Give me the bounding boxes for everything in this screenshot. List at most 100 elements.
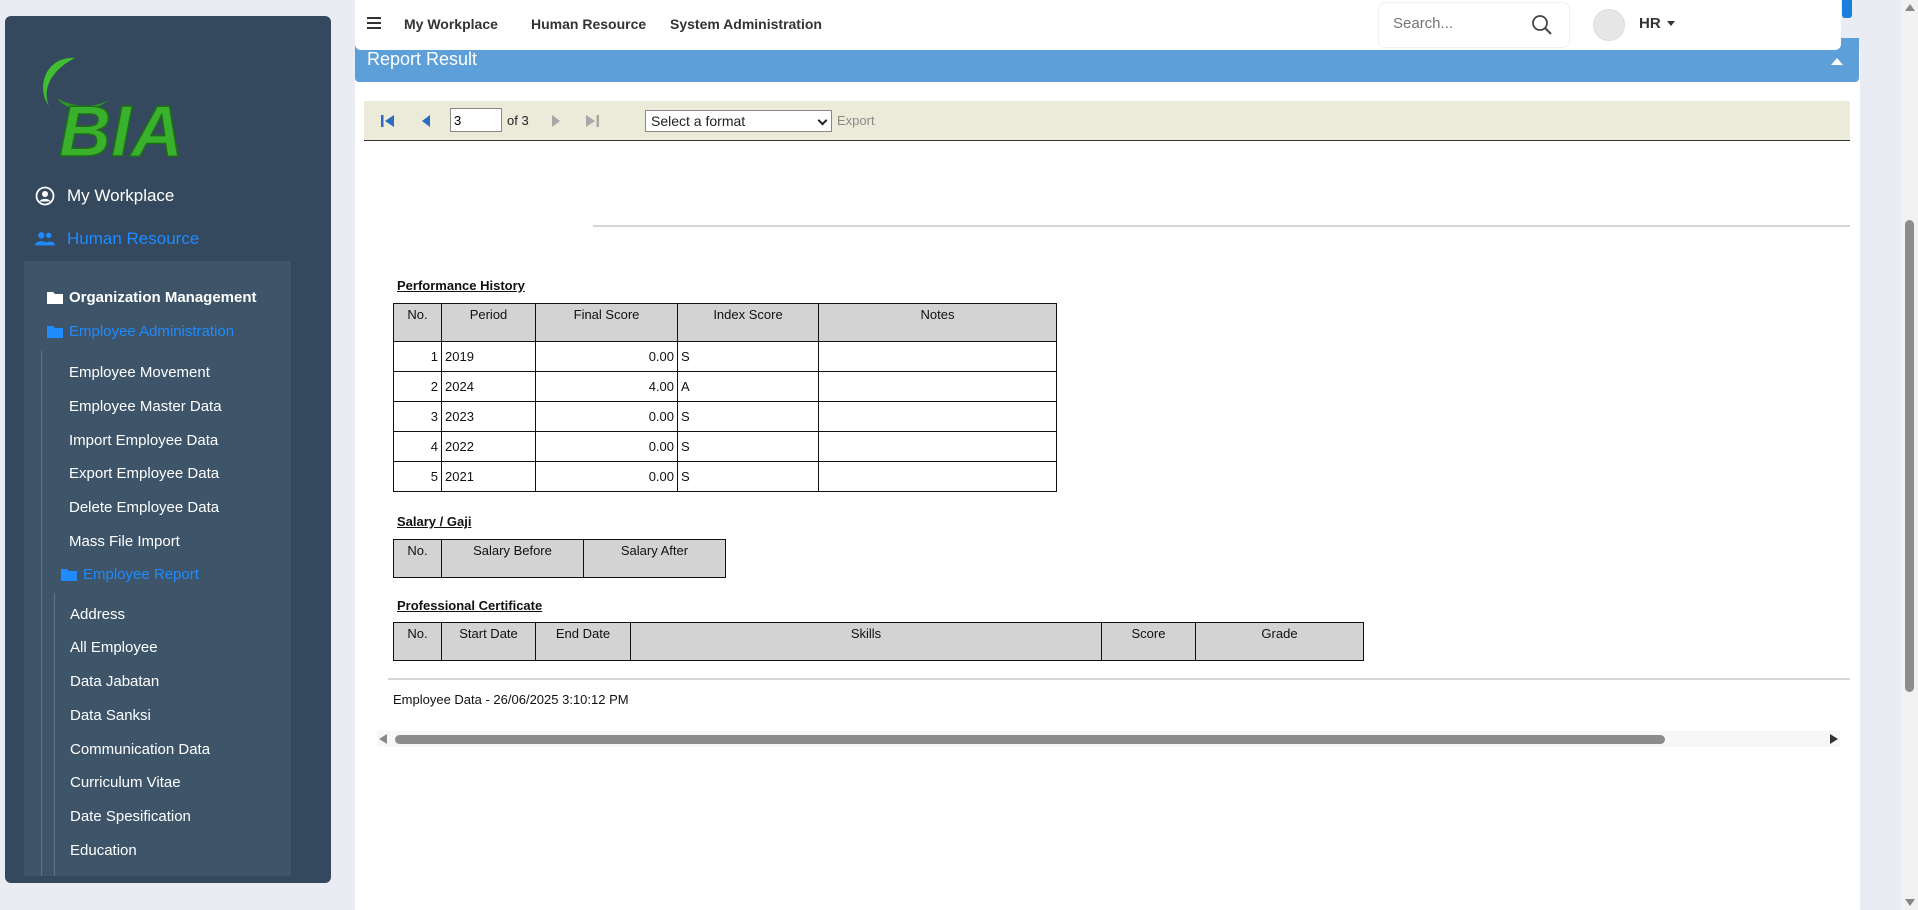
- user-circle-icon: [35, 186, 55, 206]
- menu-communication-data[interactable]: Communication Data: [70, 741, 210, 758]
- column-header: End Date: [535, 622, 631, 661]
- scrollbar-thumb[interactable]: [1905, 220, 1914, 692]
- column-header: Skills: [630, 622, 1102, 661]
- menu-curriculum-vitae[interactable]: Curriculum Vitae: [70, 774, 181, 791]
- topnav-system-administration[interactable]: System Administration: [670, 16, 822, 32]
- nav-human-resource[interactable]: Human Resource: [35, 229, 199, 249]
- menu-export-employee-data[interactable]: Export Employee Data: [69, 465, 219, 482]
- cell-period: 2022: [441, 431, 536, 462]
- export-button[interactable]: Export: [837, 113, 875, 128]
- nav-my-workplace[interactable]: My Workplace: [35, 186, 174, 206]
- menu-employee-movement[interactable]: Employee Movement: [69, 364, 210, 381]
- report-title: Report Result: [367, 49, 478, 69]
- page-number-input[interactable]: [450, 108, 502, 132]
- column-header: Index Score: [677, 303, 819, 342]
- column-header: Salary Before: [441, 539, 584, 578]
- tree-guide: [54, 593, 55, 876]
- folder-icon: [47, 326, 63, 338]
- cell-no: 1: [393, 341, 442, 372]
- cell-period: 2023: [441, 401, 536, 432]
- cell-notes: [818, 431, 1057, 462]
- scroll-left-icon[interactable]: [379, 734, 387, 744]
- column-header: Score: [1101, 622, 1196, 661]
- menu-data-sanksi[interactable]: Data Sanksi: [70, 707, 151, 724]
- cell-notes: [818, 371, 1057, 402]
- table-header-row: No. Start Date End Date Skills Score Gra…: [393, 622, 1364, 661]
- user-menu[interactable]: HR: [1639, 15, 1661, 32]
- report-toolbar: of 3 Select a format Export: [364, 101, 1850, 141]
- menu-import-employee-data[interactable]: Import Employee Data: [69, 432, 218, 449]
- table-row: 5 2021 0.00 S: [393, 461, 1057, 492]
- table-header-row: No. Period Final Score Index Score Notes: [393, 303, 1057, 342]
- menu-address[interactable]: Address: [70, 606, 125, 623]
- export-format-value: Select a format: [651, 113, 746, 129]
- performance-history-table: No. Period Final Score Index Score Notes…: [393, 303, 1057, 492]
- search-input[interactable]: [1393, 15, 1533, 32]
- menu-date-spesification[interactable]: Date Spesification: [70, 808, 191, 825]
- chevron-down-icon: [817, 115, 828, 126]
- last-page-icon[interactable]: [584, 113, 600, 129]
- search-icon[interactable]: [1531, 14, 1553, 36]
- hamburger-menu-icon[interactable]: [367, 17, 381, 29]
- table-row: 3 2023 0.00 S: [393, 401, 1057, 432]
- svg-text:BIA: BIA: [59, 92, 183, 166]
- column-header: No.: [393, 622, 442, 661]
- cell-notes: [818, 401, 1057, 432]
- notification-tab[interactable]: [1842, 0, 1852, 18]
- cell-period: 2024: [441, 371, 536, 402]
- report-footer: Employee Data - 26/06/2025 3:10:12 PM: [393, 692, 629, 707]
- next-page-icon[interactable]: [548, 113, 564, 129]
- column-header: Period: [441, 303, 536, 342]
- table-header-row: No. Salary Before Salary After: [393, 539, 726, 578]
- cell-final-score: 4.00: [535, 371, 678, 402]
- cell-index-score: S: [677, 341, 819, 372]
- topnav-my-workplace[interactable]: My Workplace: [404, 16, 498, 32]
- menu-employee-report[interactable]: Employee Report: [83, 566, 199, 583]
- scroll-up-icon[interactable]: [1905, 4, 1915, 11]
- topnav-human-resource[interactable]: Human Resource: [531, 16, 646, 32]
- menu-organization-management[interactable]: Organization Management: [69, 289, 257, 306]
- table-row: 4 2022 0.00 S: [393, 431, 1057, 462]
- cell-no: 2: [393, 371, 442, 402]
- salary-title: Salary / Gaji: [397, 514, 472, 529]
- hr-submenu: Organization Management Employee Adminis…: [24, 261, 291, 876]
- menu-mass-file-import[interactable]: Mass File Import: [69, 533, 180, 550]
- top-navbar: My Workplace Human Resource System Admin…: [355, 0, 1841, 50]
- column-header: Notes: [818, 303, 1057, 342]
- cell-notes: [818, 461, 1057, 492]
- performance-history-title: Performance History: [397, 278, 525, 293]
- menu-employee-master-data[interactable]: Employee Master Data: [69, 398, 222, 415]
- scroll-down-icon[interactable]: [1905, 899, 1915, 906]
- professional-certificate-table: No. Start Date End Date Skills Score Gra…: [393, 622, 1364, 661]
- divider: [593, 225, 1850, 227]
- cell-index-score: A: [677, 371, 819, 402]
- users-icon: [35, 232, 55, 246]
- menu-delete-employee-data[interactable]: Delete Employee Data: [69, 499, 219, 516]
- collapse-icon[interactable]: [1831, 58, 1843, 65]
- table-row: 2 2024 4.00 A: [393, 371, 1057, 402]
- chevron-down-icon[interactable]: [1667, 21, 1675, 26]
- cell-final-score: 0.00: [535, 341, 678, 372]
- column-header: Grade: [1195, 622, 1364, 661]
- folder-icon: [47, 292, 63, 304]
- previous-page-icon[interactable]: [418, 113, 434, 129]
- menu-all-employee[interactable]: All Employee: [70, 639, 158, 656]
- avatar[interactable]: [1593, 9, 1625, 41]
- cell-period: 2021: [441, 461, 536, 492]
- menu-data-jabatan[interactable]: Data Jabatan: [70, 673, 159, 690]
- cell-no: 3: [393, 401, 442, 432]
- column-header: No.: [393, 539, 442, 578]
- menu-education[interactable]: Education: [70, 842, 137, 859]
- horizontal-scrollbar[interactable]: [377, 731, 1840, 747]
- cell-period: 2019: [441, 341, 536, 372]
- scrollbar-thumb[interactable]: [395, 735, 1665, 744]
- page-count: of 3: [507, 113, 529, 128]
- tree-guide: [41, 351, 42, 876]
- vertical-scrollbar[interactable]: [1901, 0, 1918, 910]
- menu-employee-administration[interactable]: Employee Administration: [69, 323, 234, 340]
- cell-notes: [818, 341, 1057, 372]
- nav-my-workplace-label: My Workplace: [67, 186, 175, 205]
- scroll-right-icon[interactable]: [1830, 734, 1838, 744]
- export-format-select[interactable]: Select a format: [645, 110, 832, 132]
- first-page-icon[interactable]: [380, 113, 396, 129]
